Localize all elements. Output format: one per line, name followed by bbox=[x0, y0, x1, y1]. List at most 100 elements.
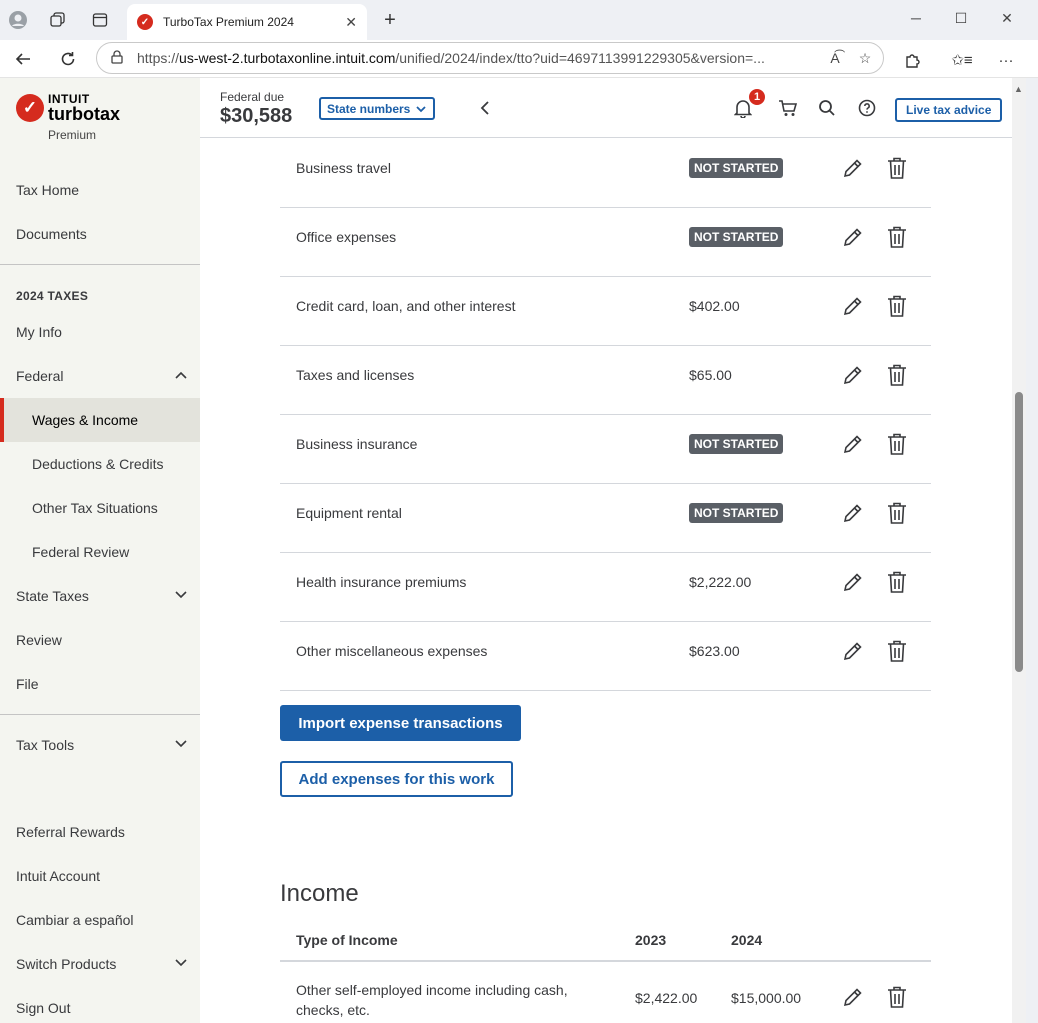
edit-pencil-icon[interactable] bbox=[842, 640, 864, 662]
chevron-down-icon bbox=[175, 959, 187, 967]
status-badge: NOT STARTED bbox=[689, 227, 784, 247]
chevron-down-icon bbox=[175, 591, 187, 599]
sidebar-item-state-taxes[interactable]: State Taxes bbox=[0, 574, 200, 618]
sidebar-item-label: State Taxes bbox=[16, 588, 89, 604]
expense-amount: $2,222.00 bbox=[689, 574, 752, 590]
url-field[interactable]: https://us-west-2.turbotaxonline.intuit.… bbox=[96, 42, 884, 74]
expense-amount: $623.00 bbox=[689, 643, 740, 659]
page-scrollbar[interactable]: ▲ bbox=[1012, 78, 1026, 1023]
close-icon[interactable]: ✕ bbox=[345, 14, 357, 31]
federal-due-amount: $30,588 bbox=[220, 105, 293, 127]
chevron-down-icon bbox=[175, 740, 187, 748]
state-numbers-label: State numbers bbox=[327, 101, 411, 116]
state-numbers-button[interactable]: State numbers bbox=[319, 97, 436, 120]
sidebar-item-label: Tax Tools bbox=[16, 737, 75, 753]
edit-pencil-icon[interactable] bbox=[842, 571, 864, 593]
expense-label: Taxes and licenses bbox=[296, 367, 415, 383]
url-path: /unified/2024/index/tto?uid=469711399122… bbox=[395, 50, 765, 66]
url-prefix: https:// bbox=[137, 50, 180, 66]
sidebar-item-my-info[interactable]: My Info bbox=[0, 310, 200, 354]
turbotax-check-icon: ✓ bbox=[16, 94, 44, 122]
sidebar-item-deductions-credits[interactable]: Deductions & Credits bbox=[0, 442, 200, 486]
delete-trash-icon[interactable] bbox=[886, 156, 908, 180]
more-options-icon[interactable]: ··· bbox=[994, 48, 1018, 72]
import-expense-transactions-button[interactable]: Import expense transactions bbox=[280, 705, 521, 741]
chevron-down-icon bbox=[416, 105, 426, 112]
back-arrow-icon[interactable] bbox=[10, 46, 36, 72]
sidebar-item-other-tax-situations[interactable]: Other Tax Situations bbox=[0, 486, 200, 530]
status-badge: NOT STARTED bbox=[689, 434, 784, 454]
expense-label: Business insurance bbox=[296, 436, 418, 452]
delete-trash-icon[interactable] bbox=[886, 985, 908, 1009]
table-row: Other miscellaneous expenses $623.00 bbox=[280, 622, 931, 691]
income-col-2024: 2024 bbox=[731, 932, 763, 948]
browser-tab[interactable]: ✓ TurboTax Premium 2024 ✕ bbox=[127, 4, 367, 40]
edit-pencil-icon[interactable] bbox=[842, 986, 864, 1008]
search-icon[interactable] bbox=[815, 96, 839, 120]
delete-trash-icon[interactable] bbox=[886, 363, 908, 387]
edit-pencil-icon[interactable] bbox=[842, 226, 864, 248]
cart-icon[interactable] bbox=[776, 96, 800, 120]
workspaces-icon[interactable] bbox=[46, 8, 70, 32]
sidebar-item-documents[interactable]: Documents bbox=[0, 212, 200, 256]
delete-trash-icon[interactable] bbox=[886, 570, 908, 594]
edit-pencil-icon[interactable] bbox=[842, 157, 864, 179]
favorites-list-icon[interactable]: ✩≡ bbox=[950, 48, 974, 72]
add-expenses-button[interactable]: Add expenses for this work bbox=[280, 761, 513, 797]
maximize-icon[interactable]: ☐ bbox=[941, 6, 981, 30]
expense-amount: $65.00 bbox=[689, 367, 732, 383]
table-row: Equipment rental NOT STARTED bbox=[280, 484, 931, 553]
profile-icon[interactable] bbox=[6, 8, 30, 32]
table-row: Business insurance NOT STARTED bbox=[280, 415, 931, 484]
scrollbar-thumb[interactable] bbox=[1015, 392, 1023, 672]
collapse-chevron-left-icon[interactable] bbox=[473, 96, 497, 120]
sidebar-item-review[interactable]: Review bbox=[0, 618, 200, 662]
app-header: Federal due $30,588 State numbers 1 Live… bbox=[200, 78, 1012, 138]
delete-trash-icon[interactable] bbox=[886, 501, 908, 525]
turbotax-favicon-icon: ✓ bbox=[137, 14, 153, 30]
scroll-up-arrow-icon[interactable]: ▲ bbox=[1014, 84, 1023, 94]
extensions-puzzle-icon[interactable] bbox=[901, 48, 925, 72]
live-tax-advice-button[interactable]: Live tax advice bbox=[895, 98, 1003, 122]
sidebar-item-switch-products[interactable]: Switch Products bbox=[0, 942, 200, 986]
sidebar-item-federal-review[interactable]: Federal Review bbox=[0, 530, 200, 574]
expense-amount: $402.00 bbox=[689, 298, 740, 314]
sidebar-section-2024-taxes: 2024 TAXES bbox=[16, 289, 89, 303]
sidebar-item-tax-tools[interactable]: Tax Tools bbox=[0, 723, 200, 767]
table-row: Other self-employed income including cas… bbox=[280, 962, 931, 1023]
sidebar-item-sign-out[interactable]: Sign Out bbox=[0, 986, 200, 1023]
table-row: Health insurance premiums $2,222.00 bbox=[280, 553, 931, 622]
sidebar-item-file[interactable]: File bbox=[0, 662, 200, 706]
edit-pencil-icon[interactable] bbox=[842, 295, 864, 317]
read-aloud-icon[interactable]: A͡ bbox=[823, 50, 847, 66]
window-close-icon[interactable]: ✕ bbox=[987, 6, 1027, 30]
lock-icon[interactable] bbox=[111, 49, 123, 67]
table-row: Credit card, loan, and other interest $40… bbox=[280, 277, 931, 346]
sidebar-item-wages-income[interactable]: Wages & Income bbox=[0, 398, 200, 442]
tab-actions-icon[interactable] bbox=[88, 8, 112, 32]
delete-trash-icon[interactable] bbox=[886, 639, 908, 663]
sidebar-item-federal[interactable]: Federal bbox=[0, 354, 200, 398]
notification-count-badge: 1 bbox=[747, 87, 767, 107]
chevron-up-icon bbox=[175, 371, 187, 379]
delete-trash-icon[interactable] bbox=[886, 294, 908, 318]
delete-trash-icon[interactable] bbox=[886, 225, 908, 249]
sidebar-item-intuit-account[interactable]: Intuit Account bbox=[0, 854, 200, 898]
edit-pencil-icon[interactable] bbox=[842, 364, 864, 386]
sidebar-item-tax-home[interactable]: Tax Home bbox=[0, 168, 200, 212]
favorite-star-icon[interactable]: ☆ bbox=[853, 50, 877, 67]
help-question-icon[interactable] bbox=[855, 96, 879, 120]
minimize-icon[interactable]: ─ bbox=[896, 6, 936, 30]
sidebar-item-cambiar-espanol[interactable]: Cambiar a español bbox=[0, 898, 200, 942]
income-col-2023: 2023 bbox=[635, 932, 667, 948]
new-tab-plus-icon[interactable]: + bbox=[378, 8, 402, 32]
sidebar-divider bbox=[0, 714, 200, 715]
sidebar-item-label: Switch Products bbox=[16, 956, 117, 972]
delete-trash-icon[interactable] bbox=[886, 432, 908, 456]
edit-pencil-icon[interactable] bbox=[842, 502, 864, 524]
edit-pencil-icon[interactable] bbox=[842, 433, 864, 455]
refresh-icon[interactable] bbox=[55, 46, 81, 72]
expense-label: Health insurance premiums bbox=[296, 574, 467, 590]
logo-tier: Premium bbox=[48, 128, 97, 142]
sidebar-item-referral-rewards[interactable]: Referral Rewards bbox=[0, 810, 200, 854]
